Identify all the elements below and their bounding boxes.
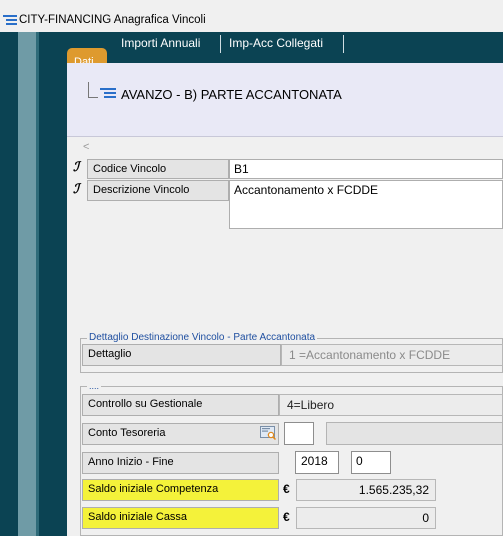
- controllo-select[interactable]: 4=Libero: [279, 394, 503, 416]
- app-list-icon: [3, 15, 17, 25]
- anno-label: Anno Inizio - Fine: [82, 452, 279, 474]
- tree-node-label[interactable]: AVANZO - B) PARTE ACCANTONATA: [121, 87, 342, 102]
- sidebar-stripe: [18, 32, 36, 536]
- dettaglio-label: Dettaglio: [82, 344, 281, 366]
- descrizione-label: Descrizione Vincolo: [87, 180, 229, 201]
- tree-connector: [88, 82, 98, 98]
- currency-euro: €: [283, 510, 290, 524]
- saldo-competenza-value: 1.565.235,32: [296, 479, 436, 501]
- anno-fine-input[interactable]: 0: [351, 451, 391, 474]
- edit-pen-icon: ℐ: [73, 182, 80, 197]
- saldo-cassa-value: 0: [296, 507, 436, 529]
- destinazione-group-title: Dettaglio Destinazione Vincolo - Parte A…: [87, 332, 318, 343]
- form-name: Anagrafica Vincoli: [113, 14, 206, 26]
- codice-label: Codice Vincolo: [87, 159, 229, 179]
- dettaglio-value: 1 =Accantonamento x FCDDE: [281, 344, 503, 366]
- tab-imp-acc-collegati[interactable]: Imp-Acc Collegati: [229, 36, 323, 50]
- saldo-cassa-label: Saldo iniziale Cassa: [82, 507, 279, 529]
- anno-inizio-input[interactable]: 2018: [295, 451, 339, 474]
- conto-description: [326, 422, 503, 445]
- currency-euro: €: [283, 482, 290, 496]
- edit-pen-icon: ℐ: [73, 160, 80, 175]
- conto-input[interactable]: [284, 422, 314, 445]
- window-title: CITY-FINANCING Anagrafica Vincoli: [19, 14, 206, 26]
- tab-separator: [343, 35, 344, 53]
- tab-importi-annuali[interactable]: Importi Annuali: [121, 36, 200, 50]
- codice-input[interactable]: B1: [229, 159, 503, 179]
- tab-separator: [220, 35, 221, 53]
- app-name: CITY-FINANCING: [19, 14, 112, 26]
- details-group-title: ....: [87, 381, 102, 391]
- saldo-competenza-label: Saldo iniziale Competenza: [82, 479, 279, 501]
- conto-label: Conto Tesoreria: [82, 423, 279, 445]
- list-node-icon: [100, 88, 116, 98]
- collapse-arrow-icon[interactable]: <: [83, 141, 89, 153]
- lookup-search-icon[interactable]: [260, 425, 277, 441]
- sidebar-stripe-edge: [36, 32, 39, 536]
- descrizione-textarea[interactable]: Accantonamento x FCDDE: [229, 180, 503, 229]
- controllo-label: Controllo su Gestionale: [82, 394, 279, 416]
